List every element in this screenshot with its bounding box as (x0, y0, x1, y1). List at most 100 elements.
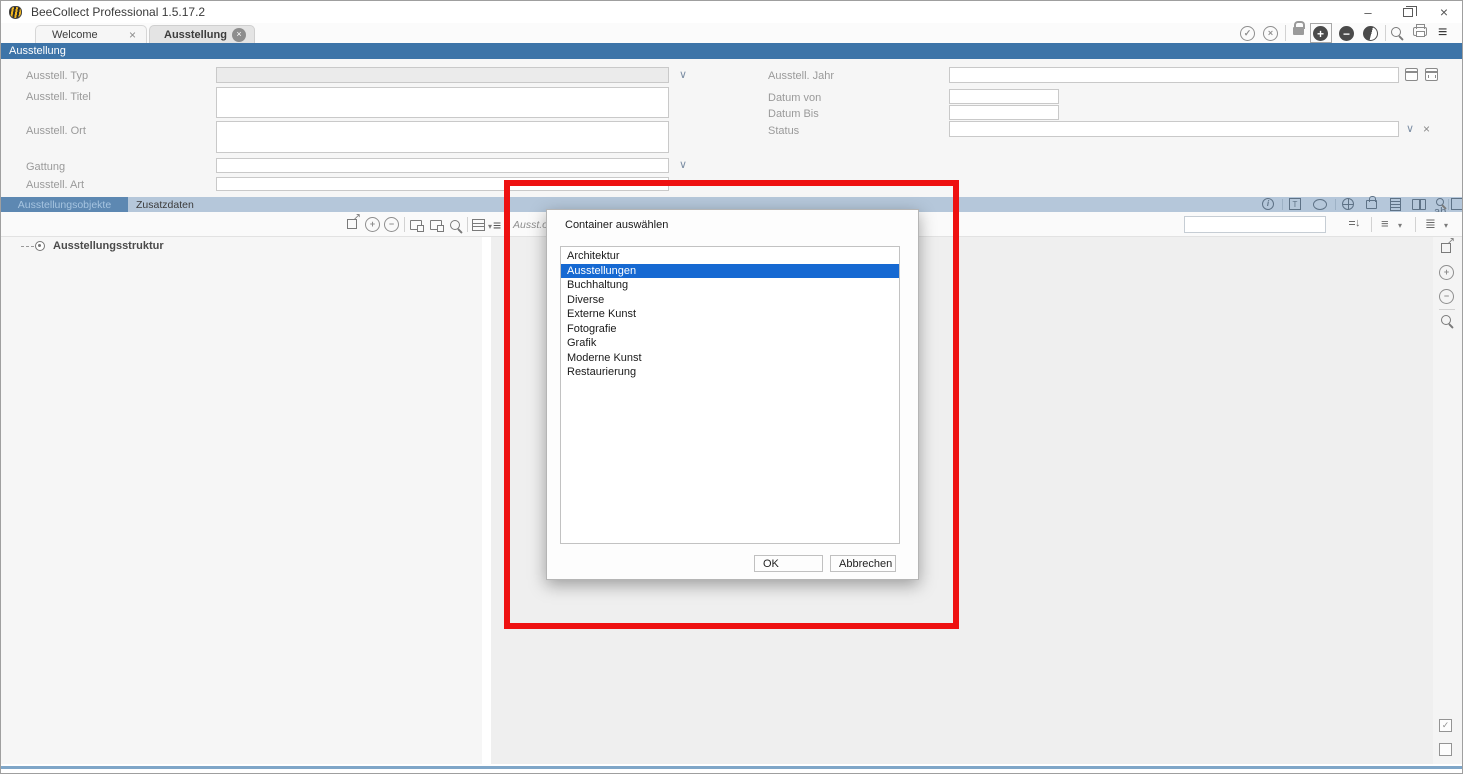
detail-view-caret-icon[interactable]: ▾ (1444, 222, 1448, 230)
subtab-objekte-label: Ausstellungsobjekte (18, 199, 111, 211)
close-glyph: × (236, 30, 241, 39)
objects-menu-button[interactable]: ≡ (493, 217, 501, 233)
tab-ausstellung[interactable]: Ausstellung × (149, 25, 255, 43)
minimize-icon: – (1364, 5, 1371, 20)
print-button[interactable] (1413, 27, 1427, 36)
window-title: BeeCollect Professional 1.5.17.2 (31, 5, 205, 19)
detail-view-button[interactable]: ≣ (1425, 216, 1436, 232)
speech-bubble-icon (1313, 199, 1327, 210)
calendar-range-icon[interactable] (1425, 68, 1438, 81)
checkbox-checked-icon: ✓ (1439, 719, 1452, 732)
panel-divider[interactable] (482, 237, 491, 764)
add-record-button[interactable]: + (1313, 26, 1328, 41)
open-external-icon (347, 219, 357, 229)
text-tool-button[interactable]: T (1289, 198, 1301, 210)
calendar-icon[interactable] (1405, 68, 1418, 81)
list-view-button[interactable]: ≡ (1381, 216, 1389, 231)
collapse-node-button[interactable] (430, 220, 442, 230)
tree-panel (1, 237, 482, 764)
info-button[interactable]: i (1262, 198, 1274, 210)
cancel-button[interactable]: × (1263, 26, 1278, 41)
catalog-button[interactable] (1412, 199, 1426, 210)
tab-ausstellung-close-icon[interactable]: × (232, 28, 246, 42)
list-view-caret-icon[interactable]: ▾ (1398, 222, 1402, 230)
detail-list-icon: ≣ (1425, 216, 1436, 232)
gattung-chevron-down-icon[interactable]: ∨ (679, 160, 687, 171)
remove-record-button[interactable]: − (1339, 26, 1354, 41)
rail-search-button[interactable] (1441, 315, 1451, 325)
typ-field[interactable] (216, 67, 669, 83)
rail-add-button[interactable]: + (1439, 265, 1454, 280)
gattung-field[interactable] (216, 158, 669, 173)
comment-button[interactable] (1313, 199, 1327, 210)
subtab-zusatzdaten[interactable]: Zusatzdaten (136, 199, 194, 211)
tree-node-icon (430, 220, 442, 230)
tree-remove-button[interactable]: − (384, 217, 399, 232)
info-icon: i (1262, 198, 1274, 210)
lock-button[interactable] (1293, 27, 1304, 35)
printer-icon (1413, 27, 1427, 36)
panel-toggle-button[interactable] (1451, 198, 1463, 210)
tree-open-external-button[interactable] (347, 219, 357, 229)
ort-field[interactable] (216, 121, 669, 153)
magnifier-icon (1441, 315, 1451, 325)
plus-outline-icon: + (1439, 265, 1454, 280)
search-button[interactable] (1391, 27, 1401, 37)
minus-circle-icon: − (1339, 26, 1354, 41)
status-field[interactable] (949, 121, 1399, 137)
tree-node-icon (410, 220, 422, 230)
status-chevron-down-icon[interactable]: ∨ (1406, 124, 1414, 135)
rail-checkbox-checked[interactable]: ✓ (1439, 719, 1452, 732)
document-list-icon (1390, 198, 1401, 211)
grid-caret-down-icon[interactable]: ▾ (488, 223, 492, 231)
list-icon: ≡ (1381, 216, 1389, 231)
confirm-button[interactable]: ✓ (1240, 26, 1255, 41)
rail-remove-button[interactable]: − (1439, 289, 1454, 304)
tab-welcome-label: Welcome (52, 29, 98, 41)
jahr-field[interactable] (949, 67, 1399, 83)
tab-welcome-close-icon[interactable]: × (129, 28, 136, 42)
minus-outline-icon: − (384, 217, 399, 232)
subtab-ausstellungsobjekte[interactable]: Ausstellungsobjekte (1, 197, 128, 212)
separator (1385, 25, 1386, 41)
datum-von-field[interactable] (949, 89, 1059, 104)
tab-welcome[interactable]: Welcome × (35, 25, 147, 43)
box-icon (1451, 198, 1463, 210)
separator (1285, 25, 1286, 41)
document-button[interactable] (1390, 198, 1401, 211)
rail-open-external-button[interactable] (1441, 243, 1451, 253)
tab-ausstellung-label: Ausstellung (164, 29, 227, 41)
close-window-button[interactable]: × (1429, 1, 1459, 23)
check-circle-icon: ✓ (1240, 26, 1255, 41)
restore-button[interactable] (1393, 1, 1423, 23)
datum-bis-field[interactable] (949, 105, 1059, 120)
titel-field[interactable] (216, 87, 669, 118)
tree-add-button[interactable]: + (365, 217, 380, 232)
sort-button[interactable]: ↓ (1349, 217, 1361, 229)
web-button[interactable] (1342, 198, 1354, 210)
datum-bis-label: Datum Bis (768, 108, 819, 120)
restore-icon (1403, 8, 1413, 17)
basket-button[interactable] (1366, 200, 1377, 209)
unlock-icon (1293, 27, 1304, 35)
gattung-label: Gattung (26, 161, 65, 173)
separator (1335, 199, 1336, 210)
typ-chevron-down-icon[interactable]: ∨ (679, 70, 687, 81)
tree-root-node[interactable]: Ausstellungsstruktur (21, 239, 164, 253)
open-book-icon (1412, 199, 1426, 210)
view-grid-button[interactable] (472, 219, 485, 231)
minimize-button[interactable]: – (1353, 1, 1383, 23)
tree-root-icon (35, 241, 45, 251)
rail-checkbox-empty[interactable] (1439, 743, 1452, 756)
separator (1371, 217, 1372, 232)
separator (1448, 199, 1449, 210)
expand-node-button[interactable] (410, 220, 422, 230)
objects-search-input[interactable] (1184, 216, 1326, 233)
status-clear-icon[interactable]: × (1423, 123, 1430, 135)
half-record-button[interactable] (1363, 26, 1378, 41)
tree-search-button[interactable] (450, 220, 460, 230)
menu-button[interactable]: ≡ (1438, 24, 1447, 42)
status-bar (1, 766, 1463, 769)
magnifier-icon (450, 220, 460, 230)
globe-icon (1342, 198, 1354, 210)
